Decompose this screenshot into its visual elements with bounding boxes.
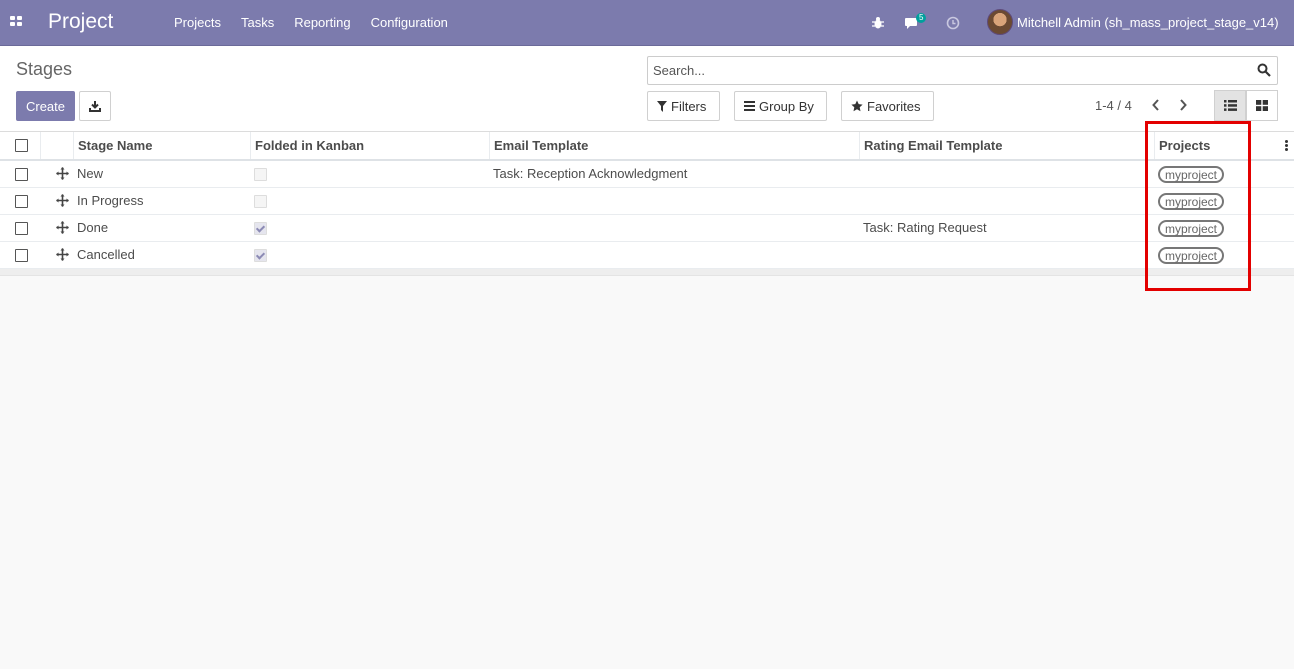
favorites-label: Favorites — [867, 98, 921, 114]
cell-rating-email-template — [859, 161, 863, 187]
main-menu: Projects Tasks Reporting Configuration — [164, 15, 458, 30]
row-checkbox[interactable] — [15, 168, 28, 181]
header-stage-name[interactable]: Stage Name — [73, 132, 250, 159]
folded-checkbox — [254, 195, 267, 208]
user-menu[interactable]: Mitchell Admin (sh_mass_project_stage_v1… — [987, 9, 1279, 35]
menu-reporting[interactable]: Reporting — [294, 15, 350, 30]
create-button[interactable]: Create — [16, 91, 75, 121]
favorites-button[interactable]: Favorites — [841, 91, 934, 121]
debug-bug-icon[interactable] — [871, 0, 885, 46]
project-tag: myproject — [1158, 220, 1225, 237]
table-row[interactable]: New Task: Reception Acknowledgment mypro… — [0, 161, 1294, 188]
table-footer — [0, 269, 1294, 276]
table-row[interactable]: In Progress myproject — [0, 188, 1294, 215]
apps-menu-icon[interactable] — [10, 16, 23, 27]
kanban-grid-icon — [1256, 100, 1268, 111]
kanban-view-button[interactable] — [1246, 90, 1278, 121]
search-icon[interactable] — [1257, 63, 1271, 80]
cell-email-template — [489, 242, 493, 268]
messages-icon[interactable]: 5 — [904, 0, 927, 46]
page-title: Stages — [16, 59, 73, 79]
group-by-button[interactable]: Group By — [734, 91, 827, 121]
row-checkbox[interactable] — [15, 249, 28, 262]
menu-tasks[interactable]: Tasks — [241, 15, 274, 30]
list-view-button[interactable] — [1214, 90, 1246, 121]
top-navbar: Project Projects Tasks Reporting Configu… — [0, 0, 1294, 46]
bars-icon — [744, 101, 755, 111]
stages-list-table: Stage Name Folded in Kanban Email Templa… — [0, 132, 1294, 276]
project-tag: myproject — [1158, 193, 1225, 210]
cell-stage-name: In Progress — [77, 193, 144, 208]
header-email-template[interactable]: Email Template — [489, 132, 859, 159]
project-tag: myproject — [1158, 247, 1225, 264]
cell-stage-name: New — [77, 166, 104, 181]
optional-columns-icon[interactable] — [1285, 140, 1288, 152]
header-projects[interactable]: Projects — [1154, 132, 1280, 159]
list-icon — [1223, 100, 1237, 111]
export-button[interactable] — [79, 91, 111, 121]
app-title[interactable]: Project — [48, 10, 113, 34]
pager-next-icon[interactable] — [1176, 97, 1190, 113]
select-all-checkbox[interactable] — [15, 139, 28, 152]
pager-value[interactable]: 1-4 / 4 — [1095, 98, 1132, 113]
menu-projects[interactable]: Projects — [174, 15, 221, 30]
activity-clock-icon[interactable] — [946, 0, 960, 46]
messages-count-badge: 5 — [916, 13, 927, 23]
avatar — [987, 9, 1013, 35]
pager-previous-icon[interactable] — [1149, 97, 1163, 113]
folded-checkbox-checked — [254, 249, 267, 262]
filter-icon — [657, 100, 667, 112]
table-row[interactable]: Done Task: Rating Request myproject — [0, 215, 1294, 242]
cell-email-template: Task: Reception Acknowledgment — [493, 166, 688, 181]
cell-email-template — [489, 215, 493, 241]
drag-handle-icon[interactable] — [56, 194, 69, 210]
star-icon — [851, 100, 863, 112]
row-checkbox[interactable] — [15, 195, 28, 208]
group-by-label: Group By — [759, 98, 814, 114]
drag-handle-icon[interactable] — [56, 167, 69, 183]
drag-handle-icon[interactable] — [56, 248, 69, 264]
filters-button[interactable]: Filters — [647, 91, 720, 121]
download-icon — [89, 101, 101, 112]
project-tag: myproject — [1158, 166, 1225, 183]
cell-stage-name: Cancelled — [77, 247, 135, 262]
filters-label: Filters — [671, 98, 707, 114]
cell-email-template — [489, 188, 493, 214]
handle-column-header — [40, 132, 73, 159]
cell-rating-email-template — [859, 242, 863, 268]
folded-checkbox-checked — [254, 222, 267, 235]
cell-stage-name: Done — [77, 220, 109, 235]
header-folded-in-kanban[interactable]: Folded in Kanban — [250, 132, 489, 159]
menu-configuration[interactable]: Configuration — [371, 15, 448, 30]
table-row[interactable]: Cancelled myproject — [0, 242, 1294, 269]
header-rating-email-template[interactable]: Rating Email Template — [859, 132, 1154, 159]
table-header: Stage Name Folded in Kanban Email Templa… — [0, 132, 1294, 161]
cell-rating-email-template — [859, 188, 863, 214]
cell-rating-email-template: Task: Rating Request — [863, 220, 987, 235]
search-box — [647, 56, 1278, 85]
row-checkbox[interactable] — [15, 222, 28, 235]
control-panel: Stages Create Filters Group By Favorites… — [0, 46, 1294, 132]
user-name: Mitchell Admin (sh_mass_project_stage_v1… — [1017, 14, 1279, 30]
folded-checkbox — [254, 168, 267, 181]
drag-handle-icon[interactable] — [56, 221, 69, 237]
search-input[interactable] — [653, 63, 1243, 78]
